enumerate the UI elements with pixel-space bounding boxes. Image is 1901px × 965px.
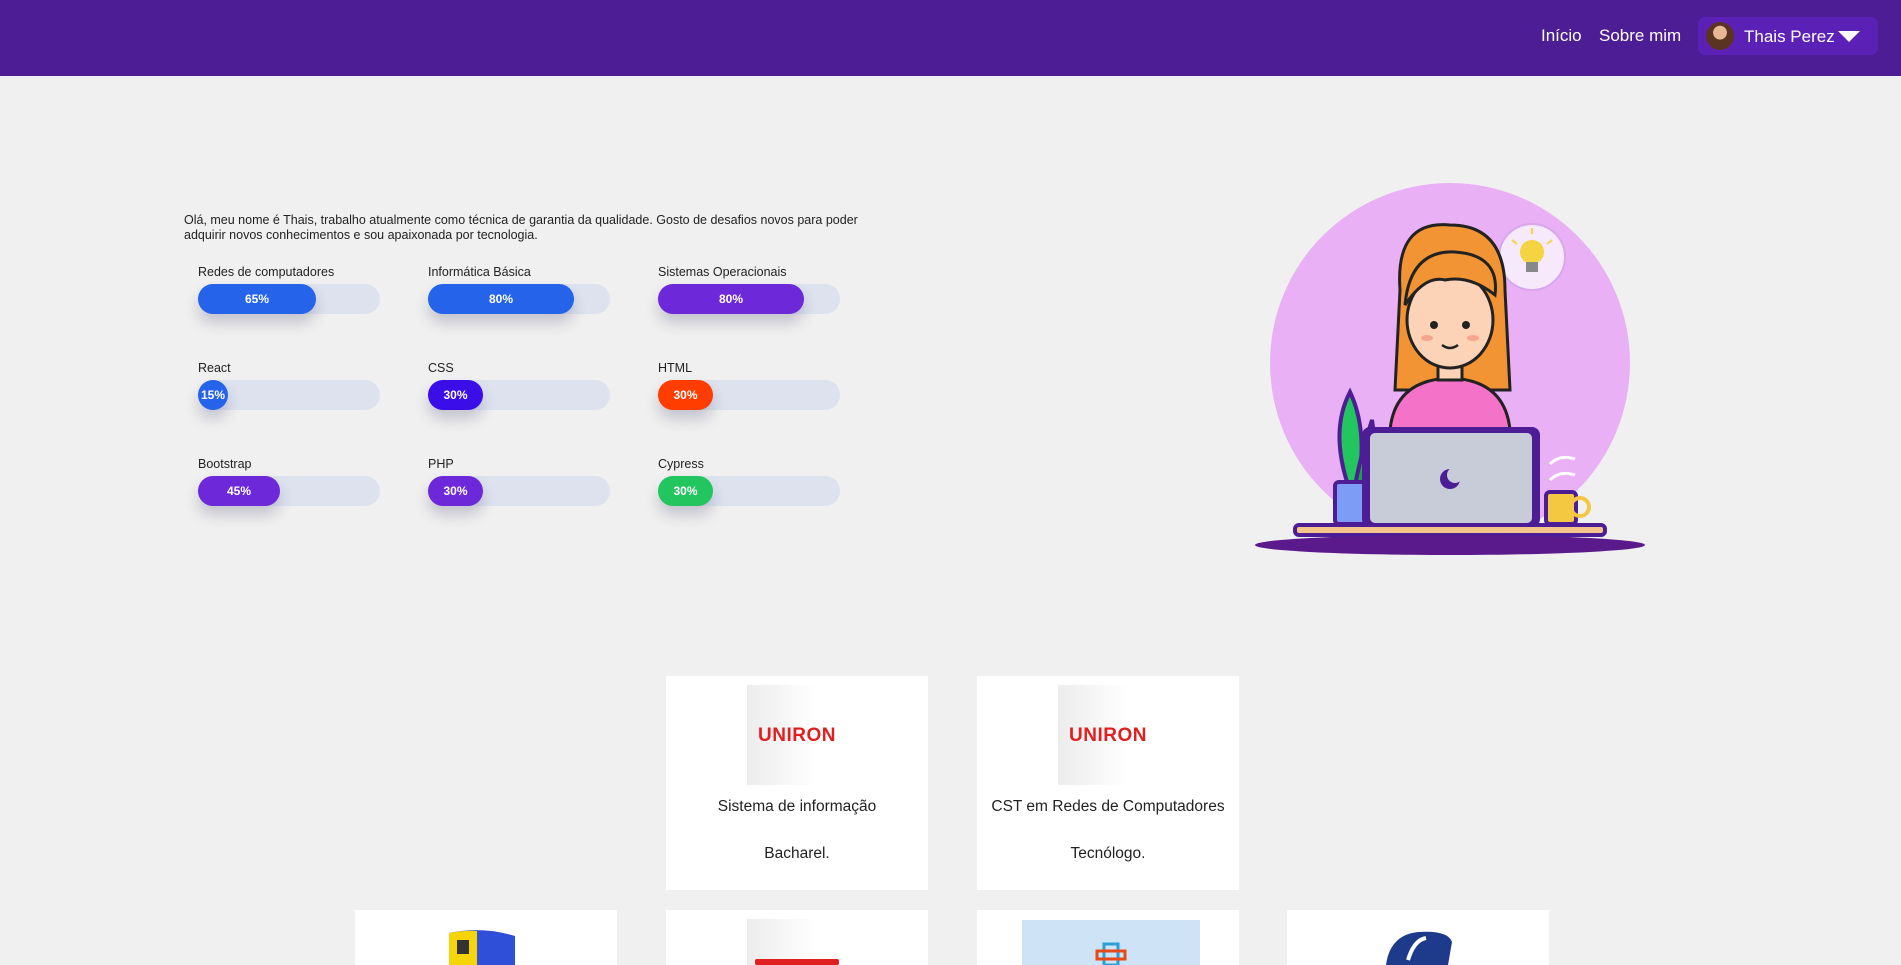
skill-label: Cypress: [658, 457, 704, 471]
skill-progress: 30%: [658, 476, 713, 506]
skill-percentage: 30%: [673, 388, 698, 402]
skill-percentage: 30%: [443, 388, 468, 402]
uniron-logo: UNIRON: [1058, 685, 1158, 785]
education-card[interactable]: [977, 910, 1239, 965]
skill-track: 30%: [428, 380, 610, 410]
skill-label: PHP: [428, 457, 454, 471]
course-title: Sistema de informação: [717, 798, 877, 815]
user-name: Thais Perez: [1744, 27, 1835, 46]
skill-item: React 15%: [198, 361, 380, 421]
skill-label: Sistemas Operacionais: [658, 265, 787, 279]
skill-track: 65%: [198, 284, 380, 314]
skill-item: Sistemas Operacionais 80%: [658, 265, 840, 325]
skill-track: 30%: [428, 476, 610, 506]
skill-progress: 30%: [428, 380, 483, 410]
nav-link-sobre-mim[interactable]: Sobre mim: [1599, 26, 1681, 46]
skill-progress: 45%: [198, 476, 280, 506]
skill-item: Informática Básica 80%: [428, 265, 610, 325]
education-card[interactable]: UNIRON Sistema de informação Bacharel.: [666, 676, 928, 890]
degree-label: Tecnólogo.: [1070, 845, 1146, 862]
skill-label: CSS: [428, 361, 454, 375]
uniron-logo: [747, 919, 847, 965]
skill-track: 15%: [198, 380, 380, 410]
uniron-logo: UNIRON: [747, 685, 847, 785]
skill-label: Informática Básica: [428, 265, 531, 279]
institution-emblem-logo: [1386, 931, 1452, 965]
skill-label: HTML: [658, 361, 693, 375]
skill-track: 30%: [658, 380, 840, 410]
caret-down-icon[interactable]: [1838, 31, 1860, 42]
skill-item: HTML 30%: [658, 361, 840, 421]
skill-label: React: [198, 361, 231, 375]
education-card[interactable]: [666, 910, 928, 965]
skill-item: CSS 30%: [428, 361, 610, 421]
avatar: [1706, 22, 1734, 50]
skill-progress: 65%: [198, 284, 316, 314]
skill-progress: 30%: [428, 476, 483, 506]
skill-item: Bootstrap 45%: [198, 457, 380, 517]
nav-link-inicio[interactable]: Início: [1541, 26, 1582, 46]
lightbulb-icon: [1498, 223, 1566, 291]
education-card[interactable]: [1287, 910, 1549, 965]
skill-percentage: 80%: [488, 292, 514, 306]
intro-text: Olá, meu nome é Thais, trabalho atualmen…: [184, 213, 858, 242]
woman-laptop-illustration: [1255, 183, 1645, 555]
logo-text: UNIRON: [1069, 725, 1147, 746]
institution-flag-logo: [449, 930, 515, 965]
skill-item: Redes de computadores 65%: [198, 265, 380, 325]
skill-percentage: 80%: [718, 292, 744, 306]
education-card[interactable]: UNIRON CST em Redes de Computadores Tecn…: [977, 676, 1239, 890]
skill-track: 80%: [428, 284, 610, 314]
skill-progress: 30%: [658, 380, 713, 410]
skill-item: Cypress 30%: [658, 457, 840, 517]
skill-label: Redes de computadores: [198, 265, 335, 279]
skill-percentage: 15%: [200, 388, 226, 402]
skill-percentage: 30%: [673, 484, 698, 498]
skill-percentage: 30%: [443, 484, 468, 498]
skill-progress: 80%: [428, 284, 574, 314]
logo-text: UNIRON: [758, 725, 836, 746]
skill-progress: 15%: [198, 380, 228, 410]
user-menu[interactable]: Thais Perez: [1698, 17, 1878, 55]
skill-track: 45%: [198, 476, 380, 506]
course-title: CST em Redes de Computadores: [991, 798, 1225, 815]
education-card[interactable]: [355, 910, 617, 965]
skill-progress: 80%: [658, 284, 804, 314]
degree-label: Bacharel.: [764, 845, 830, 862]
navbar: Início Sobre mim Thais Perez: [0, 0, 1901, 76]
skill-track: 80%: [658, 284, 840, 314]
skill-percentage: 65%: [244, 292, 270, 306]
skill-item: PHP 30%: [428, 457, 610, 517]
institution-cross-logo: [1022, 920, 1200, 965]
skill-track: 30%: [658, 476, 840, 506]
skill-percentage: 45%: [226, 484, 252, 498]
skill-label: Bootstrap: [198, 457, 252, 471]
